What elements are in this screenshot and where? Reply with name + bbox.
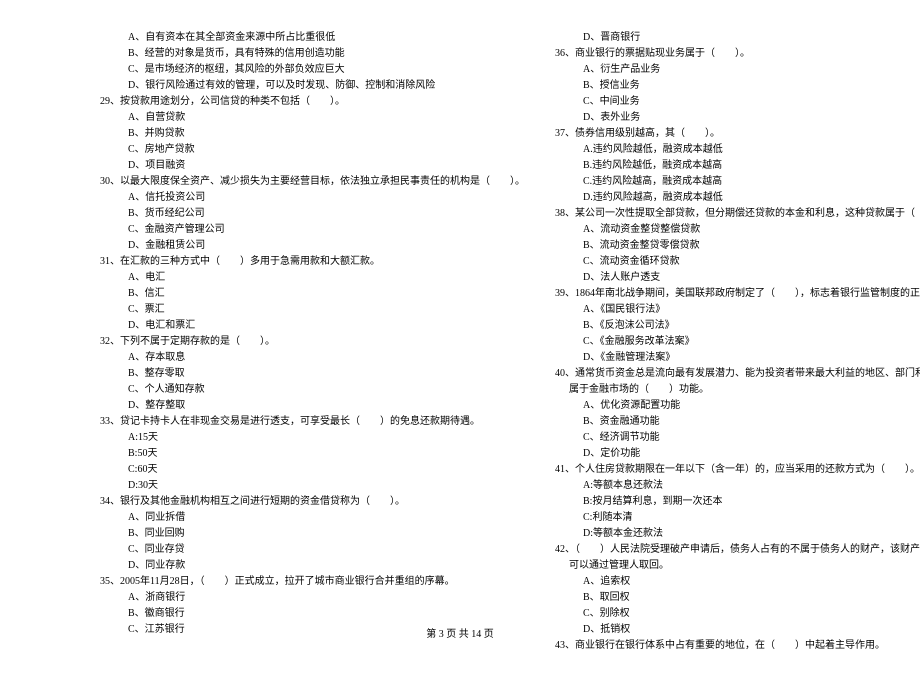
option-line: C、是市场经济的枢纽，其风险的外部负效应巨大 <box>100 62 525 78</box>
option-line: B、信汇 <box>100 286 525 302</box>
document-page: A、自有资本在其全部资金来源中所占比重很低B、经营的对象是货币，具有特殊的信用创… <box>0 0 920 674</box>
question-line: 38、某公司一次性提取全部贷款，但分期偿还贷款的本金和利息，这种贷款属于（ ）。 <box>555 206 920 222</box>
option-line: A、浙商银行 <box>100 590 525 606</box>
option-line: A、追索权 <box>555 574 920 590</box>
option-line: C、票汇 <box>100 302 525 318</box>
option-line: D、定价功能 <box>555 446 920 462</box>
option-line: B.违约风险越低，融资成本越高 <box>555 158 920 174</box>
option-line: D.违约风险越高，融资成本越低 <box>555 190 920 206</box>
option-line: D、同业存款 <box>100 558 525 574</box>
left-column: A、自有资本在其全部资金来源中所占比重很低B、经营的对象是货币，具有特殊的信用创… <box>100 30 525 654</box>
option-line: C、个人通知存款 <box>100 382 525 398</box>
page-footer: 第 3 页 共 14 页 <box>0 625 920 640</box>
option-line: B、经营的对象是货币，具有特殊的信用创造功能 <box>100 46 525 62</box>
option-line: C、同业存贷 <box>100 542 525 558</box>
question-line: 39、1864年南北战争期间，美国联邦政府制定了（ ），标志着银行监管制度的正式… <box>555 286 920 302</box>
option-line: C、金融资产管理公司 <box>100 222 525 238</box>
option-line: D、《金融管理法案》 <box>555 350 920 366</box>
option-line: A、自营贷款 <box>100 110 525 126</box>
continuation-line: 可以通过管理人取回。 <box>555 558 920 574</box>
option-line: A、《国民银行法》 <box>555 302 920 318</box>
option-line: D、电汇和票汇 <box>100 318 525 334</box>
option-line: A、存本取息 <box>100 350 525 366</box>
option-line: D、金融租赁公司 <box>100 238 525 254</box>
option-line: C、经济调节功能 <box>555 430 920 446</box>
option-line: B、授信业务 <box>555 78 920 94</box>
option-line: B:按月结算利息，到期一次还本 <box>555 494 920 510</box>
question-line: 35、2005年11月28日，（ ）正式成立，拉开了城市商业银行合并重组的序幕。 <box>100 574 525 590</box>
option-line: D、表外业务 <box>555 110 920 126</box>
option-line: D、银行风险通过有效的管理，可以及时发现、防御、控制和消除风险 <box>100 78 525 94</box>
option-line: A、同业拆借 <box>100 510 525 526</box>
option-line: B:50天 <box>100 446 525 462</box>
question-line: 30、以最大限度保全资产、减少损失为主要经营目标，依法独立承担民事责任的机构是（… <box>100 174 525 190</box>
option-line: B、《反泡沫公司法》 <box>555 318 920 334</box>
option-line: A、信托投资公司 <box>100 190 525 206</box>
question-line: 29、按贷款用途划分，公司信贷的种类不包括（ ）。 <box>100 94 525 110</box>
question-line: 33、贷记卡持卡人在非现金交易是进行透支，可享受最长（ ）的免息还款期待遇。 <box>100 414 525 430</box>
option-line: C、流动资金循环贷款 <box>555 254 920 270</box>
option-line: C:利随本清 <box>555 510 920 526</box>
option-line: A:等额本息还款法 <box>555 478 920 494</box>
right-column: D、晋商银行36、商业银行的票据贴现业务属于（ ）。A、衍生产品业务B、授信业务… <box>555 30 920 654</box>
question-line: 43、商业银行在银行体系中占有重要的地位，在（ ）中起着主导作用。 <box>555 638 920 654</box>
option-line: D、法人账户透支 <box>555 270 920 286</box>
option-line: A.违约风险越低，融资成本越低 <box>555 142 920 158</box>
option-line: D:30天 <box>100 478 525 494</box>
option-line: D、整存整取 <box>100 398 525 414</box>
option-line: A:15天 <box>100 430 525 446</box>
option-line: D、项目融资 <box>100 158 525 174</box>
option-line: D、晋商银行 <box>555 30 920 46</box>
option-line: C.违约风险越高，融资成本越高 <box>555 174 920 190</box>
option-line: C、别除权 <box>555 606 920 622</box>
question-line: 36、商业银行的票据贴现业务属于（ ）。 <box>555 46 920 62</box>
option-line: B、同业回购 <box>100 526 525 542</box>
option-line: B、徽商银行 <box>100 606 525 622</box>
continuation-line: 属于金融市场的（ ）功能。 <box>555 382 920 398</box>
option-line: B、流动资金整贷零偿贷款 <box>555 238 920 254</box>
option-line: A、优化资源配置功能 <box>555 398 920 414</box>
option-line: A、自有资本在其全部资金来源中所占比重很低 <box>100 30 525 46</box>
option-line: A、衍生产品业务 <box>555 62 920 78</box>
question-line: 34、银行及其他金融机构相互之间进行短期的资金借贷称为（ ）。 <box>100 494 525 510</box>
option-line: B、整存零取 <box>100 366 525 382</box>
option-line: B、取回权 <box>555 590 920 606</box>
option-line: D:等额本金还款法 <box>555 526 920 542</box>
option-line: C、《金融服务改革法案》 <box>555 334 920 350</box>
option-line: B、并购贷款 <box>100 126 525 142</box>
option-line: C、中间业务 <box>555 94 920 110</box>
option-line: B、货币经纪公司 <box>100 206 525 222</box>
option-line: B、资金融通功能 <box>555 414 920 430</box>
question-line: 37、债券信用级别越高，其（ ）。 <box>555 126 920 142</box>
question-line: 42、（ ）人民法院受理破产申请后，债务人占有的不属于债务人的财产，该财产的权利… <box>555 542 920 558</box>
option-line: A、流动资金整贷整偿贷款 <box>555 222 920 238</box>
question-line: 31、在汇款的三种方式中（ ）多用于急需用款和大额汇款。 <box>100 254 525 270</box>
option-line: A、电汇 <box>100 270 525 286</box>
question-line: 32、下列不属于定期存款的是（ ）。 <box>100 334 525 350</box>
option-line: C、房地产贷款 <box>100 142 525 158</box>
option-line: C:60天 <box>100 462 525 478</box>
question-line: 41、个人住房贷款期限在一年以下（含一年）的，应当采用的还款方式为（ ）。 <box>555 462 920 478</box>
question-line: 40、通常货币资金总是流向最有发展潜力、能为投资者带来最大利益的地区、部门和企业… <box>555 366 920 382</box>
